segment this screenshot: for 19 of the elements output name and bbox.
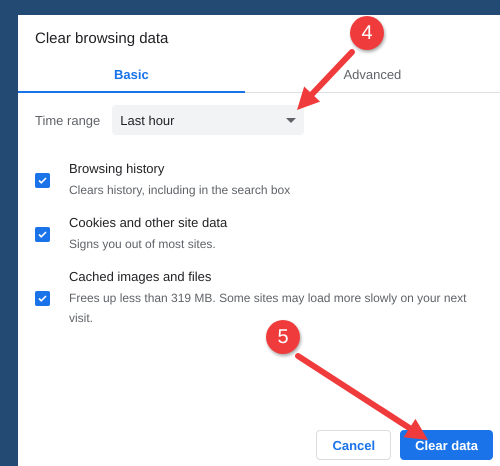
clear-data-button[interactable]: Clear data bbox=[400, 430, 493, 460]
checkbox[interactable] bbox=[35, 227, 50, 242]
caret-icon bbox=[286, 118, 296, 122]
check-icon bbox=[38, 231, 47, 238]
checkbox[interactable] bbox=[35, 291, 50, 306]
time-range-label: Time range bbox=[35, 112, 100, 128]
option-title: Browsing history bbox=[69, 161, 166, 176]
time-range-dropdown[interactable]: Last hour bbox=[112, 105, 304, 135]
check-icon bbox=[38, 295, 47, 302]
option-description: Clears history, including in the search box bbox=[69, 182, 292, 199]
cancel-button[interactable]: Cancel bbox=[316, 430, 392, 460]
tab[interactable]: Advanced bbox=[244, 57, 500, 93]
tab[interactable]: Basic bbox=[18, 57, 245, 93]
check-icon bbox=[38, 177, 47, 184]
option-title: Cached images and files bbox=[69, 269, 212, 284]
checkbox[interactable] bbox=[35, 173, 50, 188]
option-title: Cookies and other site data bbox=[69, 215, 228, 230]
option-description: Signs you out of most sites. bbox=[69, 236, 217, 253]
dialog-title: Clear browsing data bbox=[35, 30, 168, 47]
